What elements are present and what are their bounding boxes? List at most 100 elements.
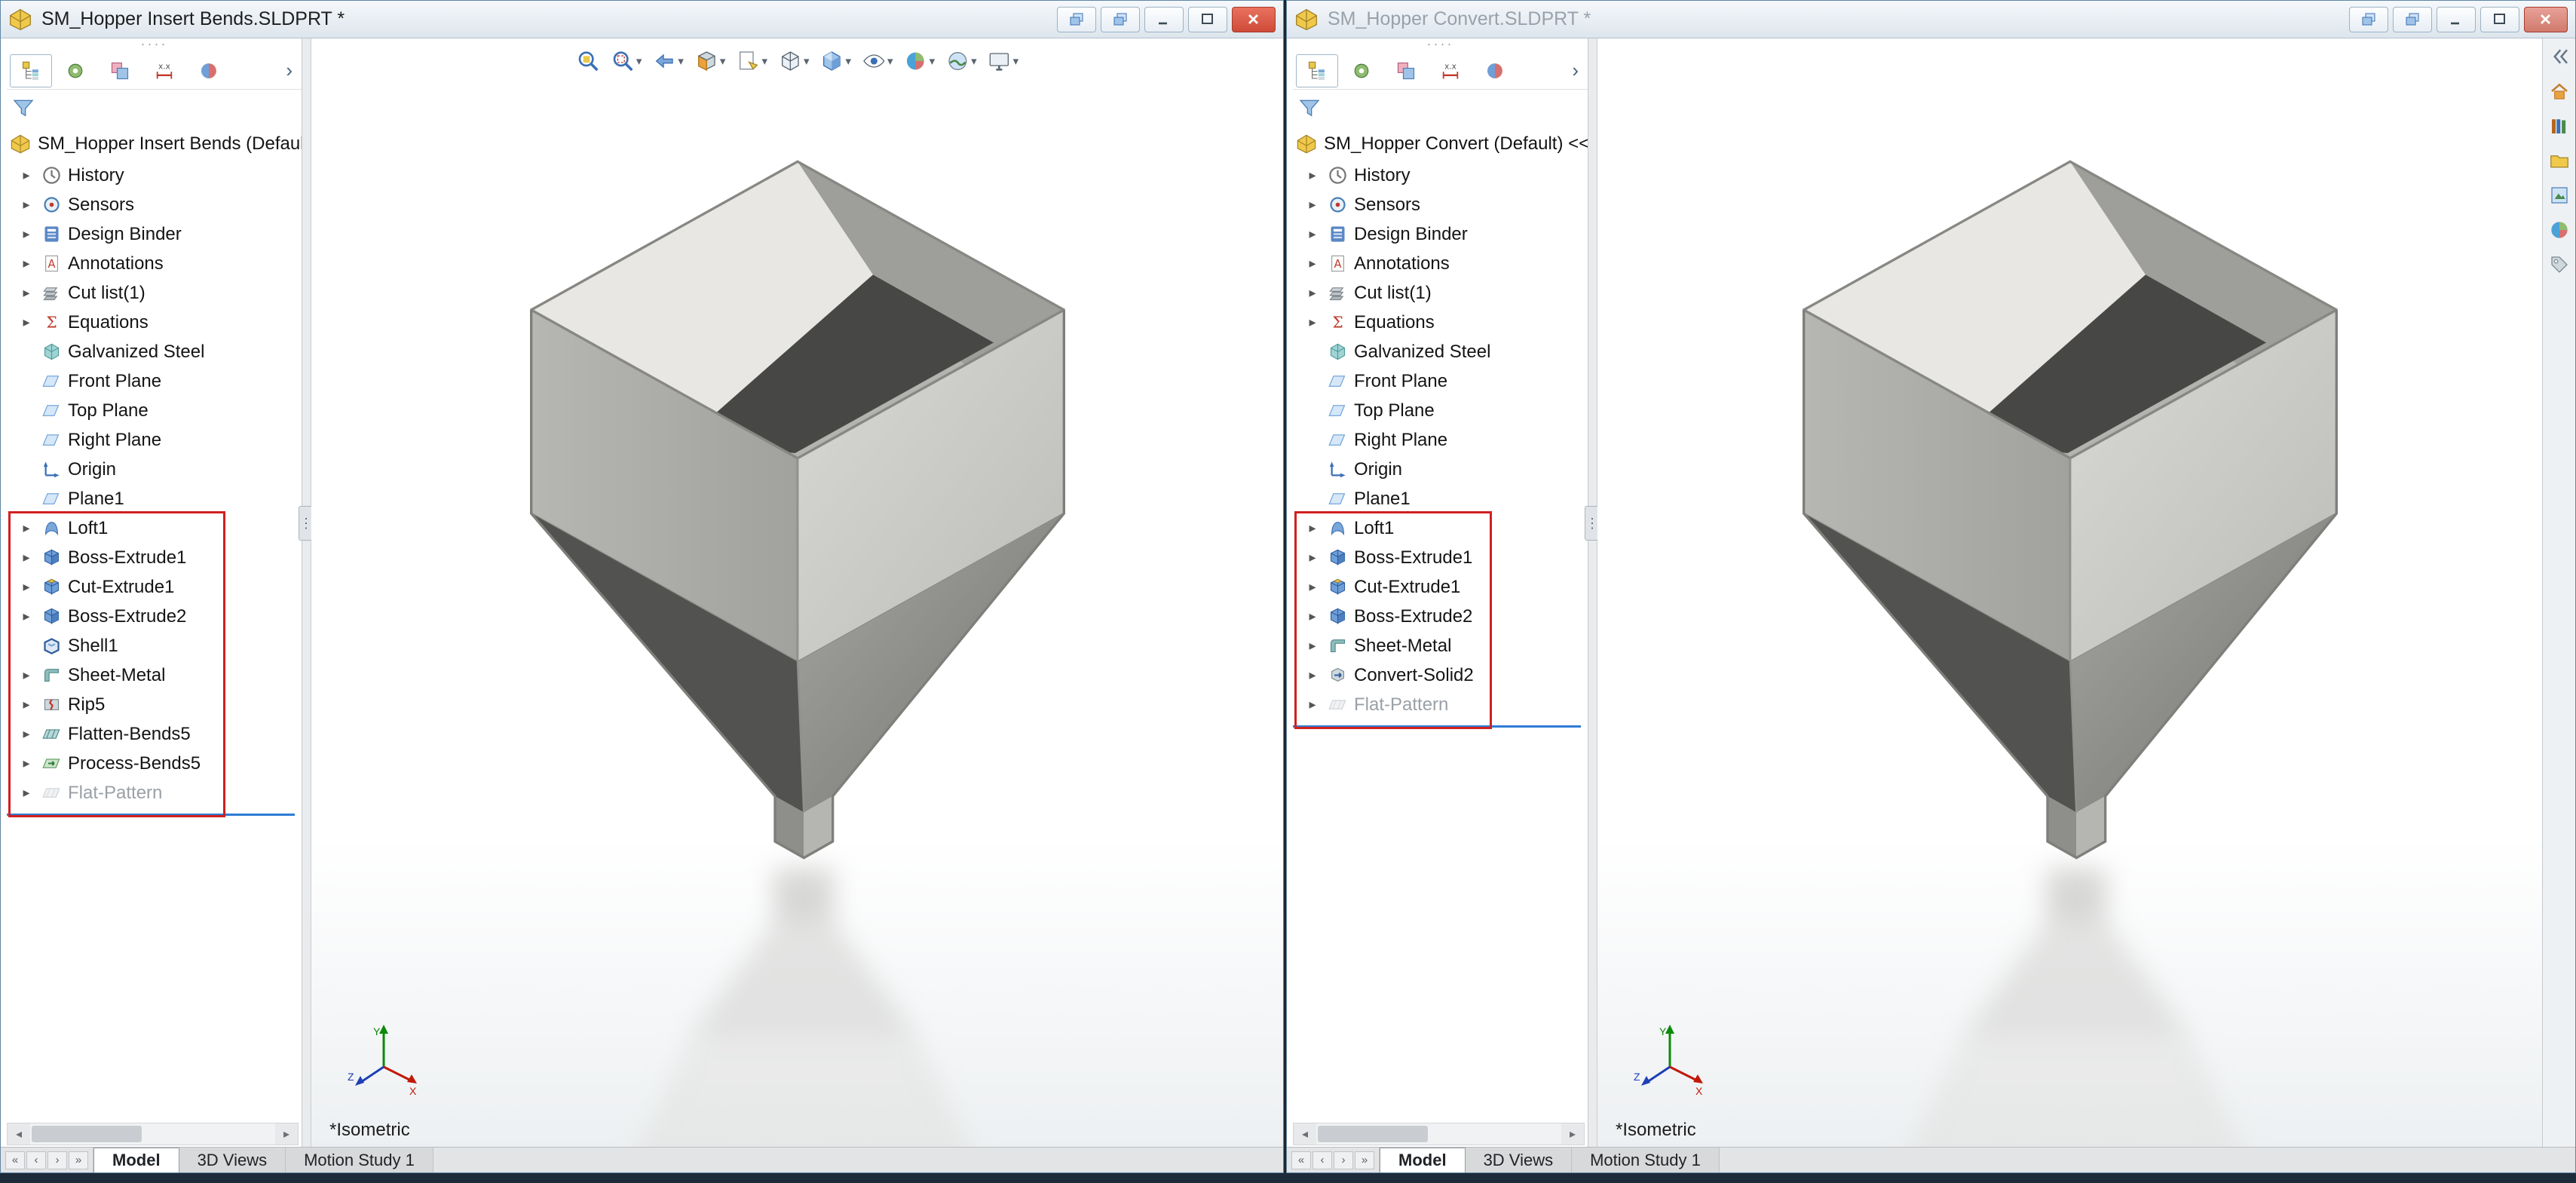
scrollbar-thumb[interactable] bbox=[32, 1126, 142, 1142]
tree-item[interactable]: ▸ Right Plane bbox=[1293, 425, 1588, 455]
window-titlebar[interactable]: SM_Hopper Convert.SLDPRT * bbox=[1287, 1, 2575, 38]
doc-tab-motion-study-1[interactable]: Motion Study 1 bbox=[286, 1148, 433, 1172]
tree-item[interactable]: ▸ Sensors bbox=[7, 190, 302, 219]
tree-item[interactable]: ▸ Annotations bbox=[7, 249, 302, 278]
tree-item[interactable]: ▸ Boss-Extrude1 bbox=[7, 543, 302, 572]
tree-scrollbar[interactable]: ◂ ▸ bbox=[7, 1123, 299, 1145]
propertymanager-tab[interactable] bbox=[1340, 54, 1383, 87]
expand-arrow-icon[interactable]: ▸ bbox=[17, 667, 35, 683]
tab-scroll-last-button[interactable]: » bbox=[69, 1151, 88, 1169]
tree-item[interactable]: ▸ Process-Bends5 bbox=[7, 749, 302, 778]
configurationmanager-tab[interactable] bbox=[99, 54, 141, 87]
tree-scrollbar[interactable]: ◂ ▸ bbox=[1293, 1123, 1585, 1145]
tree-item[interactable]: ▸ Flat-Pattern bbox=[7, 778, 302, 808]
panel-splitter[interactable]: ⋮ bbox=[1588, 38, 1597, 1147]
dropdown-caret-icon[interactable]: ▾ bbox=[971, 54, 977, 68]
tree-item[interactable]: ▸ Cut list(1) bbox=[1293, 278, 1588, 308]
scroll-right-button[interactable]: ▸ bbox=[275, 1123, 298, 1145]
minimize-button[interactable] bbox=[1144, 7, 1184, 32]
tree-item[interactable]: ▸ Top Plane bbox=[7, 396, 302, 425]
doc-tab-model[interactable]: Model bbox=[1380, 1148, 1466, 1172]
graphics-area[interactable]: ▾▾▾▾▾▾▾▾▾▾ Y X Z *Isometric bbox=[311, 38, 1283, 1147]
expand-arrow-icon[interactable]: ▸ bbox=[17, 197, 35, 213]
tree-item[interactable]: ▸ Origin bbox=[7, 455, 302, 484]
tree-item[interactable]: ▸ Front Plane bbox=[7, 366, 302, 396]
panel-splitter[interactable]: ⋮ bbox=[302, 38, 311, 1147]
expand-arrow-icon[interactable]: ▸ bbox=[1303, 314, 1322, 330]
expand-arrow-icon[interactable]: ▸ bbox=[17, 314, 35, 330]
tree-item[interactable]: ▸ Right Plane bbox=[7, 425, 302, 455]
filter-icon[interactable] bbox=[11, 97, 35, 121]
tab-scroll-prev-button[interactable]: ‹ bbox=[26, 1151, 46, 1169]
expand-arrow-icon[interactable]: ▸ bbox=[17, 550, 35, 565]
appearances-scenes-tab[interactable] bbox=[2546, 218, 2573, 244]
featuremanager-tab[interactable] bbox=[1296, 54, 1338, 87]
tree-item[interactable]: ▸ Cut-Extrude1 bbox=[1293, 572, 1588, 602]
expand-arrow-icon[interactable]: ▸ bbox=[1303, 579, 1322, 595]
tree-root-item[interactable]: SM_Hopper Convert (Default) <<Default bbox=[1293, 127, 1588, 161]
tree-item[interactable]: ▸ Sheet-Metal bbox=[7, 660, 302, 690]
filter-icon[interactable] bbox=[1297, 97, 1322, 121]
expand-arrow-icon[interactable]: ▸ bbox=[17, 726, 35, 742]
tab-scroll-prev-button[interactable]: ‹ bbox=[1313, 1151, 1332, 1169]
scrollbar-track[interactable] bbox=[30, 1123, 275, 1145]
expand-arrow-icon[interactable]: ▸ bbox=[17, 785, 35, 801]
doc-tab-motion-study-1[interactable]: Motion Study 1 bbox=[1572, 1148, 1720, 1172]
doc-tab-model[interactable]: Model bbox=[93, 1148, 179, 1172]
display-style-button[interactable]: ▾ bbox=[819, 48, 853, 75]
tree-item[interactable]: ▸ Shell1 bbox=[7, 631, 302, 660]
expand-panel-chevron-icon[interactable]: › bbox=[1566, 59, 1585, 82]
doc-window-button[interactable] bbox=[2349, 7, 2388, 32]
zoom-to-fit-button[interactable] bbox=[574, 48, 602, 75]
view-orientation-button[interactable]: ▾ bbox=[776, 48, 811, 75]
tree-item[interactable]: ▸ Equations bbox=[1293, 308, 1588, 337]
expand-arrow-icon[interactable]: ▸ bbox=[1303, 167, 1322, 183]
expand-arrow-icon[interactable]: ▸ bbox=[17, 608, 35, 624]
3d-drawing-view-button[interactable]: ▾ bbox=[734, 48, 769, 75]
tree-item[interactable]: ▸ Loft1 bbox=[1293, 513, 1588, 543]
expand-arrow-icon[interactable]: ▸ bbox=[1303, 608, 1322, 624]
displaymanager-tab[interactable] bbox=[188, 54, 230, 87]
dropdown-caret-icon[interactable]: ▾ bbox=[846, 54, 852, 68]
solidworks-resources-tab[interactable] bbox=[2546, 79, 2573, 105]
displaymanager-tab[interactable] bbox=[1474, 54, 1516, 87]
expand-arrow-icon[interactable]: ▸ bbox=[17, 520, 35, 536]
previous-view-button[interactable]: ▾ bbox=[651, 48, 685, 75]
dropdown-caret-icon[interactable]: ▾ bbox=[804, 54, 810, 68]
tree-item[interactable]: ▸ Galvanized Steel bbox=[1293, 337, 1588, 366]
scrollbar-thumb[interactable] bbox=[1318, 1126, 1428, 1142]
tree-item[interactable]: ▸ Rip5 bbox=[7, 690, 302, 719]
scroll-left-button[interactable]: ◂ bbox=[8, 1123, 30, 1145]
tree-item[interactable]: ▸ Plane1 bbox=[1293, 484, 1588, 513]
expand-arrow-icon[interactable]: ▸ bbox=[17, 697, 35, 713]
tree-item[interactable]: ▸ Boss-Extrude2 bbox=[7, 602, 302, 631]
tree-item[interactable]: ▸ Equations bbox=[7, 308, 302, 337]
scrollbar-track[interactable] bbox=[1316, 1123, 1561, 1145]
featuremanager-tab[interactable] bbox=[10, 54, 52, 87]
edit-appearance-button[interactable]: ▾ bbox=[902, 48, 937, 75]
tree-item[interactable]: ▸ Flatten-Bends5 bbox=[7, 719, 302, 749]
tree-item[interactable]: ▸ Flat-Pattern bbox=[1293, 690, 1588, 719]
expand-arrow-icon[interactable]: ▸ bbox=[17, 256, 35, 271]
minimize-button[interactable] bbox=[2437, 7, 2476, 32]
expand-arrow-icon[interactable]: ▸ bbox=[17, 167, 35, 183]
expand-arrow-icon[interactable]: ▸ bbox=[17, 226, 35, 242]
expand-panel-chevron-icon[interactable]: › bbox=[280, 59, 299, 82]
tree-item[interactable]: ▸ Front Plane bbox=[1293, 366, 1588, 396]
design-library-tab[interactable] bbox=[2546, 114, 2573, 139]
scroll-right-button[interactable]: ▸ bbox=[1561, 1123, 1584, 1145]
tree-item[interactable]: ▸ Design Binder bbox=[7, 219, 302, 249]
expand-arrow-icon[interactable]: ▸ bbox=[1303, 667, 1322, 683]
tree-item[interactable]: ▸ History bbox=[7, 161, 302, 190]
tab-scroll-first-button[interactable]: « bbox=[1291, 1151, 1311, 1169]
doc-tab-3d-views[interactable]: 3D Views bbox=[1466, 1148, 1573, 1172]
doc-tab-3d-views[interactable]: 3D Views bbox=[179, 1148, 286, 1172]
dropdown-caret-icon[interactable]: ▾ bbox=[761, 54, 767, 68]
dropdown-caret-icon[interactable]: ▾ bbox=[678, 54, 684, 68]
view-settings-button[interactable]: ▾ bbox=[986, 48, 1021, 75]
rollback-bar[interactable] bbox=[1293, 725, 1581, 728]
tab-scroll-last-button[interactable]: » bbox=[1355, 1151, 1374, 1169]
expand-arrow-icon[interactable]: ▸ bbox=[1303, 197, 1322, 213]
maximize-button[interactable] bbox=[1188, 7, 1227, 32]
configurationmanager-tab[interactable] bbox=[1385, 54, 1427, 87]
